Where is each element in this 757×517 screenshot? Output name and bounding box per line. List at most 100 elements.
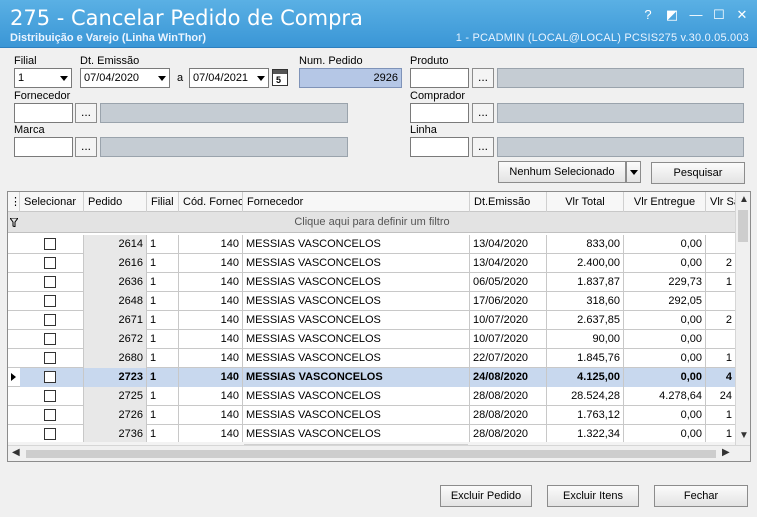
row-select-checkbox[interactable] [44, 238, 56, 250]
cell-filial: 1 [147, 387, 179, 406]
col-pedido[interactable]: Pedido [84, 192, 147, 212]
row-select-checkbox[interactable] [44, 428, 56, 440]
fornecedor-search-button[interactable]: ... [75, 103, 97, 123]
col-cod-fornec[interactable]: Cód. Fornec [179, 192, 243, 212]
excluir-itens-button[interactable]: Excluir Itens [547, 485, 639, 507]
horizontal-scroll-thumb[interactable] [26, 450, 716, 458]
scroll-down-icon[interactable]: ▼ [739, 430, 749, 441]
column-chooser-icon[interactable]: ⋮ [8, 192, 20, 212]
col-filial[interactable]: Filial [147, 192, 179, 212]
close-icon[interactable]: ✕ [734, 7, 750, 23]
comprador-description-field [497, 103, 744, 123]
cell-fornecedor: MESSIAS VASCONCELOS [243, 387, 470, 406]
scroll-left-icon[interactable]: ◀ [12, 447, 20, 458]
col-fornecedor[interactable]: Fornecedor [243, 192, 470, 212]
col-vlr-entregue[interactable]: Vlr Entregue [624, 192, 706, 212]
table-row[interactable]: 2671 1 140 MESSIAS VASCONCELOS 10/07/2020 2.6… [8, 311, 736, 330]
orders-grid[interactable]: ⋮ Selecionar Pedido Filial Cód. Fornec F… [7, 191, 751, 462]
scroll-up-icon[interactable]: ▲ [739, 194, 749, 205]
table-row[interactable]: 2680 1 140 MESSIAS VASCONCELOS 22/07/2020 1.8… [8, 349, 736, 368]
table-row[interactable]: 2725 1 140 MESSIAS VASCONCELOS 28/08/2020 28.… [8, 387, 736, 406]
filial-value: 1 [18, 72, 25, 84]
cell-total: 2.637,85 [547, 311, 624, 330]
produto-search-button[interactable]: ... [472, 68, 494, 88]
cell-fornecedor: MESSIAS VASCONCELOS [243, 368, 470, 387]
calendar-number: 5 [276, 75, 282, 85]
cell-cod: 140 [179, 330, 243, 349]
filial-select[interactable]: 1 [14, 68, 72, 88]
linha-search-button[interactable]: ... [472, 137, 494, 157]
cell-dt: 28/08/2020 [470, 406, 547, 425]
row-select-checkbox[interactable] [44, 257, 56, 269]
table-row[interactable]: 2616 1 140 MESSIAS VASCONCELOS 13/04/2020 2.4… [8, 254, 736, 273]
row-select-checkbox[interactable] [44, 371, 56, 383]
fornecedor-code-field[interactable] [14, 103, 73, 123]
linha-code-field[interactable] [410, 137, 469, 157]
maximize-icon[interactable]: ☐ [711, 7, 727, 23]
cell-entregue: 292,05 [624, 292, 706, 311]
vertical-scrollbar[interactable]: ▲ ▼ [735, 192, 750, 445]
table-row[interactable]: 2672 1 140 MESSIAS VASCONCELOS 10/07/2020 90,… [8, 330, 736, 349]
cell-entregue: 0,00 [624, 235, 706, 254]
help-icon[interactable]: ? [640, 7, 656, 23]
row-select-checkbox[interactable] [44, 352, 56, 364]
date-to-field[interactable]: 07/04/2021 [189, 68, 269, 88]
cell-filial: 1 [147, 368, 179, 387]
date-from-field[interactable]: 07/04/2020 [80, 68, 170, 88]
pesquisar-button[interactable]: Pesquisar [651, 162, 745, 184]
row-select-checkbox[interactable] [44, 295, 56, 307]
col-dt-emissao[interactable]: Dt.Emissão [470, 192, 547, 212]
row-select-checkbox[interactable] [44, 390, 56, 402]
comprador-search-button[interactable]: ... [472, 103, 494, 123]
produto-description-field [497, 68, 744, 88]
produto-code-field[interactable] [410, 68, 469, 88]
nenhum-selecionado-dropdown[interactable]: Nenhum Selecionado [498, 161, 626, 183]
row-select-checkbox[interactable] [44, 314, 56, 326]
restore-icon[interactable]: ◩ [664, 7, 680, 23]
cell-filial: 1 [147, 349, 179, 368]
chevron-down-icon [630, 170, 638, 175]
cell-saldo: 2 [706, 311, 736, 330]
excluir-pedido-button[interactable]: Excluir Pedido [440, 485, 532, 507]
filter-row[interactable]: Clique aqui para definir um filtro [8, 212, 736, 233]
table-row[interactable]: 2636 1 140 MESSIAS VASCONCELOS 06/05/2020 1.8… [8, 273, 736, 292]
num-pedido-field[interactable]: 2926 [299, 68, 402, 88]
vertical-scroll-thumb[interactable] [738, 210, 748, 242]
comprador-label: Comprador [410, 90, 466, 102]
table-row[interactable]: 2614 1 140 MESSIAS VASCONCELOS 13/04/2020 833… [8, 235, 736, 254]
cell-pedido: 2636 [84, 273, 147, 292]
cell-pedido: 2723 [84, 368, 147, 387]
system-info: 1 - PCADMIN (LOCAL@LOCAL) PCSIS275 v.30.… [455, 32, 749, 44]
calendar-icon[interactable]: 5 [272, 69, 288, 86]
table-row[interactable]: 2726 1 140 MESSIAS VASCONCELOS 28/08/2020 1.7… [8, 406, 736, 425]
marca-search-button[interactable]: ... [75, 137, 97, 157]
table-row[interactable]: 2648 1 140 MESSIAS VASCONCELOS 17/06/2020 318… [8, 292, 736, 311]
scroll-right-icon[interactable]: ▶ [722, 447, 730, 458]
comprador-code-field[interactable] [410, 103, 469, 123]
cell-total: 1.763,12 [547, 406, 624, 425]
cell-filial: 1 [147, 406, 179, 425]
row-indicator-icon [11, 373, 16, 381]
cell-dt: 10/07/2020 [470, 311, 547, 330]
row-select-checkbox[interactable] [44, 276, 56, 288]
horizontal-scrollbar[interactable]: ◀ ▶ [8, 445, 750, 461]
nenhum-selecionado-arrow[interactable] [626, 161, 641, 183]
row-select-checkbox[interactable] [44, 333, 56, 345]
row-select-checkbox[interactable] [44, 409, 56, 421]
col-selecionar[interactable]: Selecionar [20, 192, 84, 212]
cell-dt: 17/06/2020 [470, 292, 547, 311]
marca-code-field[interactable] [14, 137, 73, 157]
col-vlr-total[interactable]: Vlr Total [547, 192, 624, 212]
cell-dt: 06/05/2020 [470, 273, 547, 292]
col-vlr-saldo[interactable]: Vlr Sa [706, 192, 736, 212]
minimize-icon[interactable]: — [688, 7, 704, 23]
fechar-button[interactable]: Fechar [654, 485, 748, 507]
fornecedor-label: Fornecedor [14, 90, 71, 102]
cell-cod: 140 [179, 273, 243, 292]
cell-cod: 140 [179, 311, 243, 330]
select-cell [20, 273, 84, 292]
cell-fornecedor: MESSIAS VASCONCELOS [243, 292, 470, 311]
select-cell [20, 406, 84, 425]
table-row[interactable]: 2723 1 140 MESSIAS VASCONCELOS 24/08/2020 4.1… [8, 368, 736, 387]
cell-cod: 140 [179, 349, 243, 368]
